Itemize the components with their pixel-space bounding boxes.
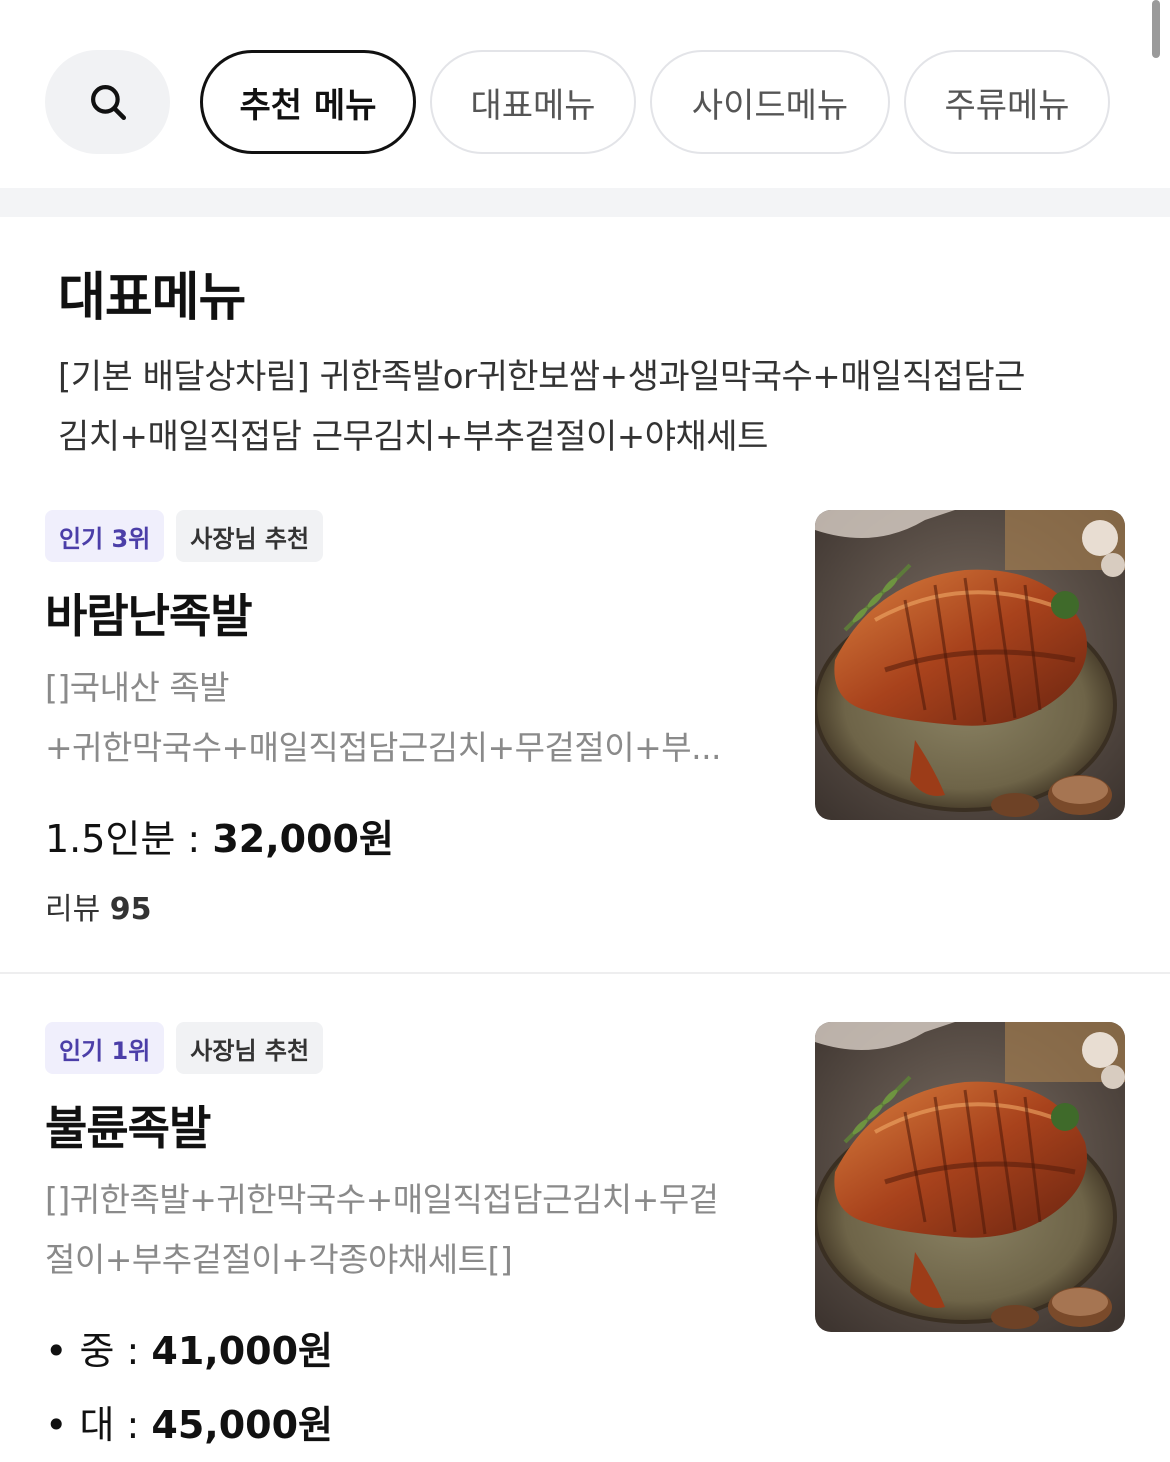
price-row: 1.5인분 : 32,000원 bbox=[45, 808, 394, 863]
menu-item-description-line: 절이+부추겉절이+각종야채세트[] bbox=[45, 1240, 513, 1279]
search-icon bbox=[90, 85, 126, 121]
chip-signature-menu[interactable]: 대표메뉴 bbox=[430, 50, 636, 154]
chip-side-menu[interactable]: 사이드메뉴 bbox=[650, 50, 890, 154]
price-label: 1.5인분 : bbox=[45, 817, 213, 861]
price-label: • 중 : bbox=[45, 1329, 152, 1373]
chip-recommended-menu[interactable]: 추천 메뉴 bbox=[200, 50, 416, 154]
menu-item-name: 불륜족발 bbox=[45, 1101, 211, 1155]
search-button[interactable] bbox=[45, 50, 170, 154]
menu-item[interactable]: 인기 3위 사장님 추천 바람난족발 []국내산 족발 +귀한막국수+매일직접담… bbox=[0, 508, 1170, 974]
category-filter-bar: 추천 메뉴 대표메뉴 사이드메뉴 주류메뉴 bbox=[45, 50, 1110, 154]
section-description: [기본 배달상차림] 귀한족발or귀한보쌈+생과일막국수+매일직접담근 김치+매… bbox=[58, 347, 1128, 467]
menu-item-description-line: +귀한막국수+매일직접담근김치+무겉절이+부... bbox=[45, 728, 722, 767]
badge-group: 인기 3위 사장님 추천 bbox=[45, 510, 324, 562]
owner-recommend-badge: 사장님 추천 bbox=[176, 1022, 324, 1074]
popularity-rank-badge: 인기 3위 bbox=[45, 510, 165, 562]
owner-recommend-badge: 사장님 추천 bbox=[176, 510, 324, 562]
price-label: • 대 : bbox=[45, 1403, 152, 1447]
badge-group: 인기 1위 사장님 추천 bbox=[45, 1022, 324, 1074]
section-description-line: 김치+매일직접담 근무김치+부추겉절이+야채세트 bbox=[58, 417, 768, 457]
menu-item-description-line: []귀한족발+귀한막국수+매일직접담근김치+무겉 bbox=[45, 1180, 719, 1219]
price-value: 45,000원 bbox=[151, 1403, 334, 1447]
menu-item-image[interactable] bbox=[815, 1022, 1125, 1332]
menu-item-name: 바람난족발 bbox=[45, 589, 253, 643]
section-title: 대표메뉴 bbox=[58, 268, 246, 328]
section-description-line: [기본 배달상차림] 귀한족발or귀한보쌈+생과일막국수+매일직접담근 bbox=[58, 357, 1025, 397]
chip-liquor-menu[interactable]: 주류메뉴 bbox=[904, 50, 1110, 154]
review-number: 95 bbox=[109, 892, 152, 927]
jokbal-photo-icon bbox=[815, 1022, 1125, 1332]
menu-item-image[interactable] bbox=[815, 510, 1125, 820]
scrollbar[interactable] bbox=[1152, 0, 1160, 58]
price-row-medium: • 중 : 41,000원 bbox=[45, 1320, 333, 1375]
price-row-large: • 대 : 45,000원 bbox=[45, 1394, 333, 1449]
menu-item-description-line: []국내산 족발 bbox=[45, 668, 230, 707]
menu-item-description: []귀한족발+귀한막국수+매일직접담근김치+무겉 절이+부추겉절이+각종야채세트… bbox=[45, 1170, 775, 1290]
popularity-rank-badge: 인기 1위 bbox=[45, 1022, 165, 1074]
review-count: 리뷰 95 bbox=[45, 884, 152, 928]
review-label: 리뷰 bbox=[45, 892, 110, 927]
menu-item[interactable]: 인기 1위 사장님 추천 불륜족발 []귀한족발+귀한막국수+매일직접담근김치+… bbox=[0, 1020, 1170, 1462]
section-divider bbox=[0, 188, 1170, 217]
jokbal-photo-icon bbox=[815, 510, 1125, 820]
price-value: 41,000원 bbox=[151, 1329, 334, 1373]
menu-item-description: []국내산 족발 +귀한막국수+매일직접담근김치+무겉절이+부... bbox=[45, 658, 775, 778]
price-value: 32,000원 bbox=[212, 817, 394, 861]
